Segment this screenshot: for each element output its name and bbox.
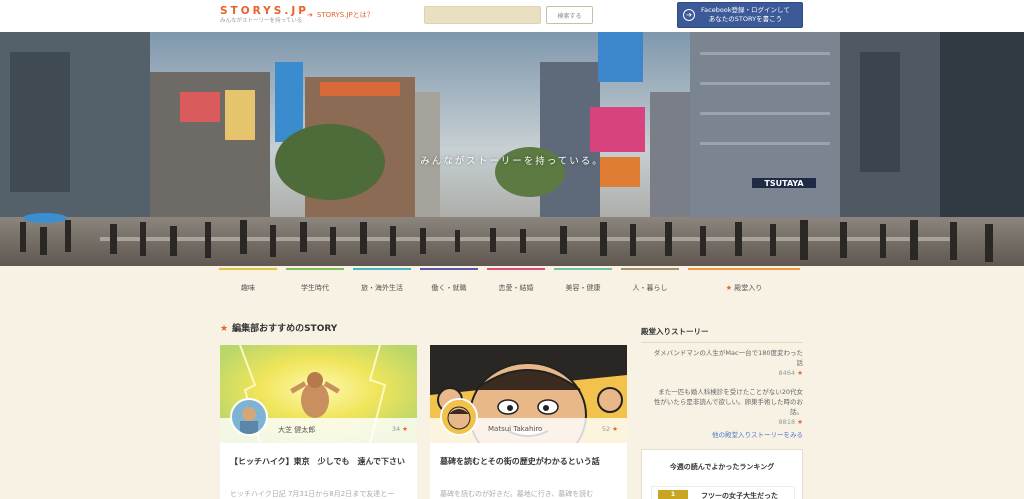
hall-of-fame-item[interactable]: また一匹も婚人科検診を受けたことがない20代女 性がいたら是非読んで欲しい。卵巣… [641,387,803,427]
ranking-title: 今週の読んでよかったランキング [669,463,775,471]
category-bar [353,268,411,270]
story-author[interactable]: Matsui Takahiro [488,425,542,433]
star-icon: ★ [402,425,408,433]
search-input[interactable] [424,6,541,24]
hall-of-fame-count: 8818 ★ [641,417,803,427]
site-logo[interactable]: STORYS.JP みんながストーリーを持っている [220,5,309,25]
category-bar [554,268,612,270]
likes-count: 52 [601,425,611,433]
hall-of-fame-item[interactable]: ダメバンドマンの人生がMac一台で180度変わった 話 8464 ★ [641,348,803,378]
star-icon: ★ [797,369,803,377]
category-bar [420,268,478,270]
facebook-login-label: Facebook登録・ログインして あなたのSTORYを書こう [701,6,790,24]
rank-badge: 1 [658,490,688,499]
category-bar [688,268,800,270]
story-likes: 52 ★ [602,425,618,433]
category-label: 恋愛・結婚 [498,284,534,292]
fb-line2: あなたのSTORYを書こう [708,15,783,23]
category-tab-love[interactable]: 恋愛・結婚 [487,266,545,308]
hero-tagline: みんながストーリーを持っている。 [420,156,604,167]
hero-city-photo: TSUTAYA [0,32,1024,266]
hero-banner: TSUTAYA みんながストーリーを持っている。 [0,32,1024,266]
more-hall-of-fame-link[interactable]: 他の殿堂入りストーリーをみる [641,429,803,439]
likes-count: 34 [391,425,401,433]
fb-line1: Facebook登録・ログインして [701,6,790,14]
category-bar [487,268,545,270]
category-tab-travel[interactable]: 旅・海外生活 [353,266,411,308]
category-tab-beauty[interactable]: 美容・健康 [554,266,612,308]
story-card[interactable]: Matsui Takahiro 52 ★ 墓碑を読むとその街の歴史がわかるという… [430,345,627,499]
category-bar [219,268,277,270]
arrow-right-circle-icon: ➔ [683,9,695,21]
sidebar-divider [641,342,803,343]
star-icon: ★ [220,324,229,334]
category-label: 旅・海外生活 [361,284,403,292]
story-likes: 34 ★ [392,425,408,433]
hall-of-fame-item-line: 話。 [790,408,803,416]
story-excerpt: ヒッチハイク日記 7月31日から8月2日まで友達と一 [230,490,395,498]
weekly-ranking: 今週の読んでよかったランキング 1 フツーの女子大生だった [641,449,803,499]
avatar[interactable] [440,398,478,436]
story-excerpt: 墓碑を読むのが好きだ。墓地に行き、墓碑を読む [440,490,594,498]
category-tab-life[interactable]: 人・暮らし [621,266,679,308]
count-value: 8818 [778,418,796,426]
about-link-label: STORYS.JPとは？ [316,11,374,19]
ranking-item[interactable]: 1 フツーの女子大生だった [651,486,795,499]
category-label: 美容・健康 [565,284,601,292]
category-nav: 趣味 学生時代 旅・海外生活 働く・就職 恋愛・結婚 美容・健康 人・暮らし ★… [219,266,801,308]
count-value: 8464 [778,369,796,377]
story-author[interactable]: 大芝 健太郎 [278,425,315,435]
hall-of-fame-item-line: 話 [796,359,804,367]
hall-of-fame-item-line: また一匹も婚人科検診を受けたことがない20代女 [658,388,803,396]
category-label: ★ 殿堂入り [688,283,800,293]
story-card[interactable]: 大芝 健太郎 34 ★ 【ヒッチハイク】東京 少しでも 遠んで下さい ヒッチハイ… [220,345,417,499]
hero-sign-text: TSUTAYA [764,179,804,188]
search-button[interactable]: 検索する [546,6,593,24]
facebook-login-button[interactable]: ➔ Facebook登録・ログインして あなたのSTORYを書こう [677,2,803,28]
story-title[interactable]: 【ヒッチハイク】東京 少しでも 遠んで下さい [230,456,408,468]
category-tab-hobby[interactable]: 趣味 [219,266,277,308]
story-title[interactable]: 墓碑を読むとその街の歴史がわかるという話 [440,456,618,468]
category-bar [286,268,344,270]
logo-text: STORYS.JP [220,5,309,17]
arrow-right-icon: ➔ [307,11,313,19]
hall-of-fame-count: 8464 ★ [641,368,803,378]
avatar[interactable] [230,398,268,436]
star-icon: ★ [612,425,618,433]
site-header: STORYS.JP みんながストーリーを持っている ➔ STORYS.JPとは？ … [0,0,1024,32]
category-label-text: 殿堂入り [734,284,763,292]
ranking-item-title: フツーの女子大生だった [701,492,778,499]
logo-tagline: みんながストーリーを持っている [220,18,303,24]
about-link[interactable]: ➔ STORYS.JPとは？ [307,10,374,20]
category-tab-hall-of-fame[interactable]: ★ 殿堂入り [688,266,800,308]
category-tab-work[interactable]: 働く・就職 [420,266,478,308]
section-title: ★ 編集部おすすめのSTORY [220,321,337,334]
category-bar [621,268,679,270]
category-tab-school[interactable]: 学生時代 [286,266,344,308]
sidebar-title: 殿堂入りストーリー [641,327,709,336]
hall-of-fame-item-line: 性がいたら是非読んで欲しい。卵巣手術した時のお [653,398,803,406]
category-label: 人・暮らし [632,284,668,292]
category-label: 学生時代 [301,284,329,292]
hall-of-fame-item-line: ダメバンドマンの人生がMac一台で180度変わった [653,349,803,357]
star-icon: ★ [797,418,803,426]
category-label: 働く・就職 [431,284,467,292]
section-title-text: 編集部おすすめのSTORY [232,324,338,334]
category-label: 趣味 [241,284,255,292]
star-icon: ★ [725,284,733,292]
